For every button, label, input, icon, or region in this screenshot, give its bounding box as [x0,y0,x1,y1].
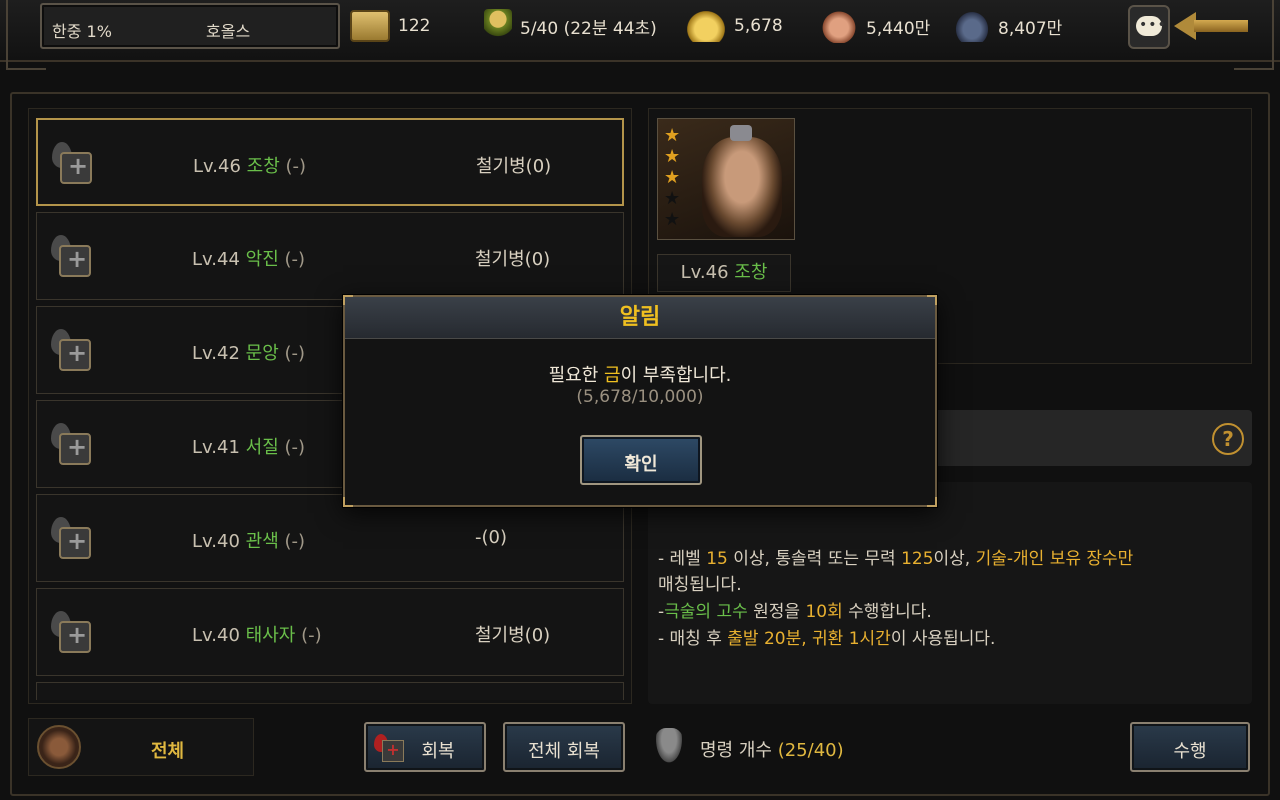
alert-dialog: 알림 필요한 금이 부족합니다. (5,678/10,000) 확인 [343,295,937,507]
officer-suffix: (-) [284,343,306,364]
chat-button[interactable] [1128,5,1170,49]
star-icon: ★ [664,146,681,167]
scroll-count: 122 [398,16,431,36]
officer-name: 문앙 [245,343,279,364]
heal-button-label: 회복 [421,741,455,762]
officer-name: 서질 [245,437,279,458]
dialog-corner-ornament [343,497,353,507]
officer-name: 태사자 [245,625,296,646]
officer-level: Lv.46 [193,156,241,177]
region-name: 한중 1% [52,22,112,41]
heal-all-button-label: 전체 회복 [528,741,600,762]
officer-level: Lv.42 [192,343,240,364]
star-icon: ★ [664,188,681,209]
officer-row[interactable]: Lv.44 악진 (-) 철기병(0) [36,212,624,300]
helmet-icon [654,728,684,766]
desc-line-2: 매칭됩니다. [658,575,742,595]
heal-button[interactable]: 회복 [364,722,486,772]
scroll-icon [350,10,390,42]
top-resource-bar: 한중 1% 호올스 122 5/40 (22분 44초) 5,678 5,440… [0,0,1280,70]
officer-row[interactable]: Lv.40 태사자 (-) 철기병(0) [36,588,624,676]
desc-line-1: - 레벨 15 이상, 통솔력 또는 무력 125이상, 기술-개인 보유 장수… [658,549,1134,569]
portrait-name-plate: Lv.46 조창 [657,254,791,292]
command-label: 명령 개수 [700,740,772,761]
heal-slot-icon [49,329,93,373]
heal-all-button[interactable]: 전체 회복 [503,722,625,772]
command-value: (25/40) [777,740,844,761]
officer-suffix: (-) [301,625,322,646]
star-icon: ★ [664,167,681,188]
dialog-gold-requirement: (5,678/10,000) [576,387,704,407]
food-count: 5,440만 [866,18,931,39]
desc-line-3: -극술의 고수 원정을 10회 수행합니다. [658,602,932,622]
officer-level: Lv.41 [192,437,240,458]
officer-suffix: (-) [285,156,307,177]
star-icon: ★ [664,125,681,146]
officer-row[interactable]: Lv.46 조창 (-) 철기병(0) [36,118,624,206]
ore-resource[interactable]: 8,407만 [954,6,1062,46]
officer-hat-image [730,125,752,141]
army-emblem-icon [37,725,81,769]
desc-line-4: - 매칭 후 출발 20분, 귀환 1시간이 사용됩니다. [658,629,996,649]
officer-portrait[interactable]: ★ ★ ★ ★ ★ [657,118,795,240]
gold-resource[interactable]: 5,678 [686,6,783,46]
stamina-resource[interactable]: 5/40 (22분 44초) [484,6,657,46]
gold-count: 5,678 [734,16,783,36]
dialog-message: 필요한 금이 부족합니다. [548,365,732,386]
officer-name: 조창 [246,156,280,177]
gold-icon [686,10,726,42]
heal-slot-icon [50,142,94,186]
chat-bubble-icon [1136,16,1167,36]
command-count: 명령 개수 (25/40) [700,736,844,762]
star-rating: ★ ★ ★ ★ ★ [664,125,684,230]
officer-row-partial[interactable] [36,682,624,700]
dialog-corner-ornament [927,497,937,507]
food-resource[interactable]: 5,440만 [820,6,930,46]
officer-troop: 철기병(0) [476,156,552,177]
star-icon: ★ [664,209,681,230]
officer-name: 악진 [245,249,279,270]
dialog-title: 알림 [619,305,661,330]
officer-row[interactable]: Lv.40 관색 (-) -(0) [36,494,624,582]
stamina-count: 5/40 (22분 44초) [520,18,657,39]
heal-slot-icon [49,611,93,655]
heal-slot-icon [49,423,93,467]
officer-suffix: (-) [284,531,306,552]
expedition-description: - 레벨 15 이상, 통솔력 또는 무력 125이상, 기술-개인 보유 장수… [648,482,1252,704]
ore-icon [954,10,990,42]
scroll-resource[interactable]: 122 [350,6,430,46]
officer-suffix: (-) [284,437,306,458]
help-icon[interactable]: ? [1212,423,1244,455]
officer-level: Lv.40 [192,625,240,646]
officer-troop: 철기병(0) [475,625,551,646]
confirm-button-label: 확인 [624,454,658,475]
execute-button-label: 수행 [1173,741,1207,762]
officer-troop: -(0) [475,527,507,548]
arrow-left-icon [1174,12,1196,40]
portrait-name: 조창 [734,262,768,283]
officer-name: 관색 [245,531,279,552]
officer-suffix: (-) [284,249,306,270]
heal-slot-icon [49,235,93,279]
heal-slot-icon [49,517,93,561]
filter-all-button[interactable]: 전체 [28,718,254,776]
ore-count: 8,407만 [998,18,1063,39]
runner-icon [484,9,512,43]
officer-level: Lv.40 [192,531,240,552]
back-arrow-button[interactable] [1174,12,1248,40]
meat-icon [820,9,858,43]
filter-label: 전체 [151,741,185,762]
execute-button[interactable]: 수행 [1130,722,1250,772]
player-name: 호올스 [206,22,251,41]
confirm-button[interactable]: 확인 [580,435,702,485]
officer-face-image [702,137,782,237]
officer-troop: 철기병(0) [475,249,551,270]
portrait-level: Lv.46 [680,262,729,283]
officer-level: Lv.44 [192,249,240,270]
region-panel[interactable]: 한중 1% 호올스 [40,3,340,49]
dialog-header: 알림 [345,297,935,339]
